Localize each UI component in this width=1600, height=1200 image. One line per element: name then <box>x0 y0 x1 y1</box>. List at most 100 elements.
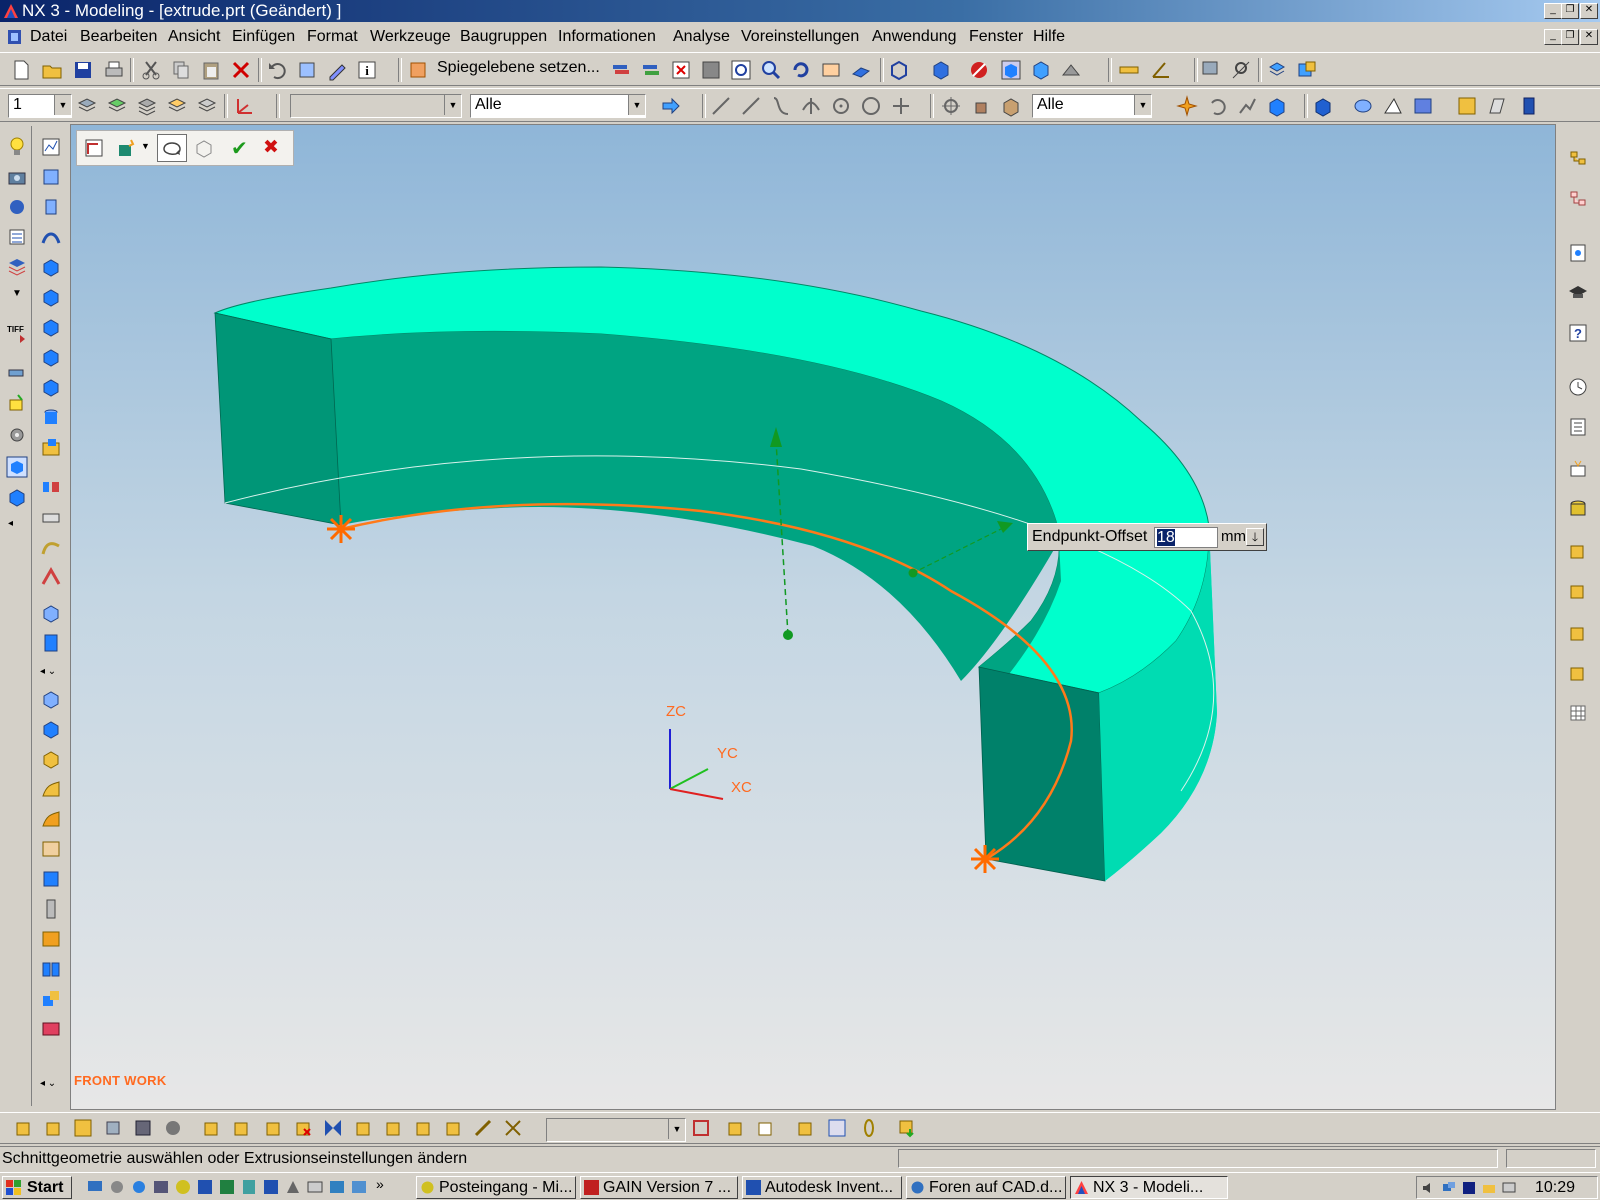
draft-icon[interactable] <box>40 748 62 770</box>
render-icon[interactable] <box>6 196 28 218</box>
instance-icon[interactable] <box>40 988 62 1010</box>
task-foren-cad[interactable]: Foren auf CAD.d... <box>906 1176 1066 1199</box>
arrow-right-icon[interactable] <box>660 95 682 117</box>
quicklaunch-desktop-icon[interactable] <box>86 1178 104 1196</box>
quicklaunch-app-icon-4[interactable] <box>262 1178 280 1196</box>
shape-studio-icon[interactable] <box>1352 95 1374 117</box>
layer-icon-4[interactable] <box>166 95 188 117</box>
print-icon[interactable] <box>103 59 125 81</box>
layer-icon-2[interactable] <box>106 95 128 117</box>
zoom-icon[interactable] <box>760 59 782 81</box>
book-icon[interactable] <box>40 958 62 980</box>
drafting-app-icon[interactable] <box>1382 95 1404 117</box>
follow-selection-icon[interactable] <box>1236 95 1258 117</box>
circle-point-icon[interactable] <box>860 95 882 117</box>
quicklaunch-app-icon-6[interactable] <box>306 1178 324 1196</box>
feature-tool-icon-17[interactable] <box>502 1117 524 1139</box>
mirror-plane-icon[interactable] <box>408 59 430 81</box>
menu-analyse[interactable]: Analyse <box>673 27 730 47</box>
revolve-icon[interactable] <box>40 196 62 218</box>
quicklaunch-app-icon-1[interactable] <box>108 1178 126 1196</box>
ok-check-icon[interactable]: ✔ <box>231 136 248 161</box>
feature-tool-icon-8[interactable] <box>230 1117 252 1139</box>
cylinder-icon[interactable] <box>40 286 62 308</box>
pocket-icon[interactable] <box>40 436 62 458</box>
shaded-with-edges-icon[interactable] <box>1000 59 1022 81</box>
measure-angle-icon[interactable] <box>1150 59 1172 81</box>
layer-settings-icon[interactable] <box>610 59 632 81</box>
layer-icon-5[interactable] <box>196 95 218 117</box>
gear-icon[interactable] <box>6 424 28 446</box>
feature-tool-icon-24[interactable] <box>896 1117 918 1139</box>
task-nx3-modeling[interactable]: NX 3 - Modeli... <box>1070 1176 1228 1199</box>
trim-body-icon[interactable] <box>40 778 62 800</box>
selection-scope-select[interactable]: Alle ▼ <box>470 94 646 118</box>
quicklaunch-app-icon-7[interactable] <box>328 1178 346 1196</box>
pattern-icon[interactable] <box>40 898 62 920</box>
menu-ansicht[interactable]: Ansicht <box>168 27 220 47</box>
graphics-viewport[interactable]: ZC YC XC Endpunkt-Offset 18 mm 🡓 FRONT W… <box>70 124 1556 1110</box>
speaker-icon[interactable] <box>1421 1180 1437 1196</box>
menu-werkzeuge[interactable]: Werkzeuge <box>370 27 451 47</box>
thread-icon[interactable] <box>40 566 62 588</box>
tray-folder-icon[interactable] <box>1481 1180 1497 1196</box>
quicklaunch-word-icon[interactable] <box>196 1178 214 1196</box>
quicklaunch-more-icon[interactable]: » <box>376 1176 384 1192</box>
palette-icon-1[interactable] <box>1567 540 1589 562</box>
menu-fenster[interactable]: Fenster <box>969 27 1023 47</box>
door-icon[interactable] <box>1518 95 1540 117</box>
tiff-export-icon[interactable]: TIFF <box>6 322 28 344</box>
feature-tool-icon-18[interactable] <box>690 1117 712 1139</box>
zoom-box-icon[interactable] <box>700 59 722 81</box>
work-layer-select[interactable]: 1 ▼ <box>8 94 72 118</box>
cone-icon[interactable] <box>40 316 62 338</box>
close-button[interactable]: ✕ <box>1580 3 1598 19</box>
palette-icon-3[interactable] <box>1567 622 1589 644</box>
feature-tool-icon-12[interactable] <box>352 1117 374 1139</box>
minimize-button[interactable]: _ <box>1544 3 1562 19</box>
layer-icon-1[interactable] <box>76 95 98 117</box>
task-autodesk-inventor[interactable]: Autodesk Invent... <box>742 1176 902 1199</box>
feature-tool-icon-4[interactable] <box>102 1117 124 1139</box>
delete-icon[interactable] <box>230 59 252 81</box>
feature-tool-icon-22[interactable] <box>826 1117 848 1139</box>
rotate-icon[interactable] <box>790 59 812 81</box>
measure-tool-icon[interactable] <box>6 360 28 382</box>
tray-app-icon[interactable] <box>1461 1180 1477 1196</box>
wcs-icon[interactable] <box>234 95 256 117</box>
feature-tool-icon-5[interactable] <box>132 1117 154 1139</box>
quicklaunch-outlook-icon[interactable] <box>174 1178 192 1196</box>
line-icon[interactable] <box>710 95 732 117</box>
sheet-metal-icon[interactable] <box>1486 95 1508 117</box>
perspective-icon[interactable] <box>850 59 872 81</box>
feature-tool-icon-13[interactable] <box>382 1117 404 1139</box>
scroll-more-icon[interactable]: ◂ ⌄ <box>40 666 56 677</box>
boss-icon[interactable] <box>40 406 62 428</box>
feature-filter-select[interactable]: ▼ <box>546 1118 686 1142</box>
refresh-icon[interactable] <box>296 59 318 81</box>
tray-monitor-icon[interactable] <box>1501 1180 1517 1196</box>
feature-tool-icon-6[interactable] <box>162 1117 184 1139</box>
manufacturing-app-icon[interactable] <box>1456 95 1478 117</box>
reuse-library-icon[interactable] <box>1567 416 1589 438</box>
system-materials-icon[interactable] <box>1567 458 1589 480</box>
zoom-window-icon[interactable] <box>730 59 752 81</box>
sew-icon[interactable] <box>40 838 62 860</box>
mirror-plane-button[interactable]: Spiegelebene setzen... <box>437 59 600 77</box>
feature-tool-icon-1[interactable] <box>12 1117 34 1139</box>
doc-close-button[interactable]: ✕ <box>1580 29 1598 45</box>
part-navigator-icon[interactable] <box>1567 188 1589 210</box>
sheet-body-icon[interactable] <box>6 486 28 508</box>
feature-tool-icon-2[interactable] <box>42 1117 64 1139</box>
section-select-icon[interactable] <box>83 137 105 159</box>
undo-icon[interactable] <box>266 59 288 81</box>
start-button[interactable]: Start <box>2 1176 72 1199</box>
menu-hilfe[interactable]: Hilfe <box>1033 27 1065 47</box>
menu-voreinstellungen[interactable]: Voreinstellungen <box>741 27 859 47</box>
endpoint-offset-input[interactable]: 18 <box>1154 527 1218 548</box>
feature-tool-icon-10[interactable] <box>292 1117 314 1139</box>
existing-point-icon[interactable] <box>890 95 912 117</box>
help-icon[interactable]: ? <box>1567 322 1589 344</box>
sketch-icon[interactable] <box>40 136 62 158</box>
feature-tool-icon-11[interactable] <box>322 1117 344 1139</box>
